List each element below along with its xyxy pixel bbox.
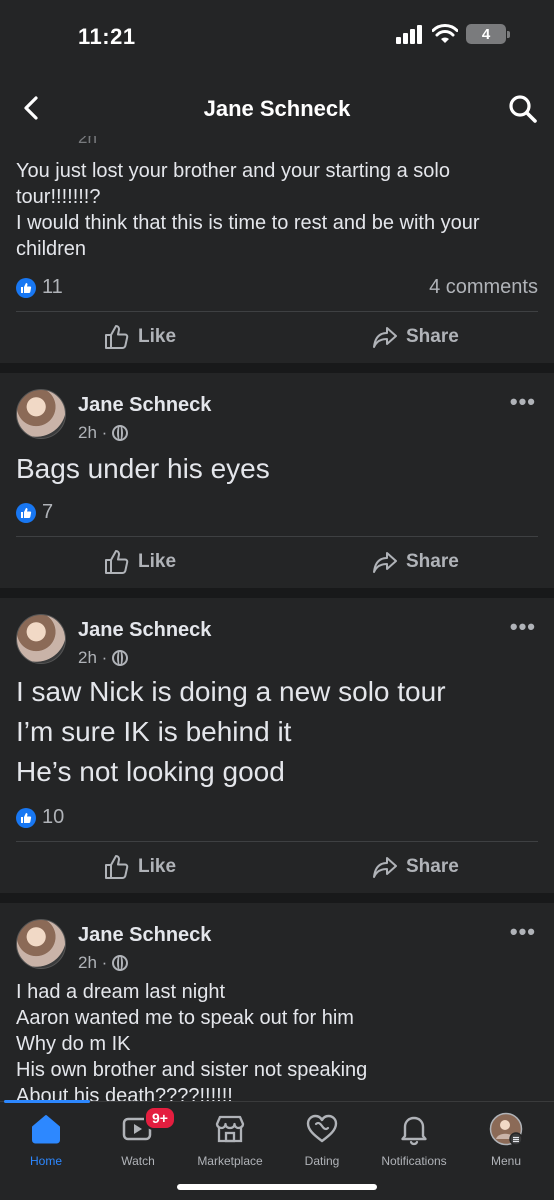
share-button[interactable]: Share bbox=[372, 312, 459, 362]
page-title: Jane Schneck bbox=[203, 96, 351, 121]
wifi-icon bbox=[432, 24, 458, 43]
post-author[interactable]: Jane Schneck bbox=[78, 924, 211, 947]
post-actions: Like Share bbox=[0, 842, 554, 892]
home-indicator bbox=[177, 1184, 377, 1190]
reaction-row: 10 bbox=[16, 806, 538, 829]
thumbs-up-icon bbox=[105, 325, 129, 349]
dating-icon bbox=[306, 1114, 338, 1143]
status-time: 11:21 bbox=[78, 24, 136, 49]
tab-notifications[interactable]: Notifications bbox=[368, 1112, 460, 1172]
home-icon bbox=[32, 1115, 60, 1144]
like-reaction-icon bbox=[16, 277, 36, 298]
bell-icon bbox=[401, 1116, 427, 1146]
like-button[interactable]: Like bbox=[104, 537, 176, 587]
share-arrow-icon bbox=[373, 327, 397, 348]
watch-badge: 9+ bbox=[144, 1106, 176, 1130]
post-text: I saw Nick is doing a new solo tour I’m … bbox=[16, 676, 446, 787]
like-reaction-icon bbox=[16, 807, 36, 828]
tab-home[interactable]: Home bbox=[0, 1112, 92, 1172]
post: Jane Schneck 2h · ••• I saw Nick is doin… bbox=[0, 598, 554, 893]
globe-icon bbox=[112, 425, 129, 441]
post-time: 2h bbox=[78, 136, 97, 147]
avatar[interactable] bbox=[16, 919, 66, 969]
globe-icon bbox=[112, 955, 129, 971]
more-options-icon[interactable]: ••• bbox=[510, 614, 536, 640]
post-actions: Like Share bbox=[0, 312, 554, 362]
post-text: I had a dream last night Aaron wanted me… bbox=[16, 981, 368, 1101]
reaction-row: 7 bbox=[16, 501, 538, 524]
more-options-icon[interactable]: ••• bbox=[510, 919, 536, 945]
post-text: You just lost your brother and your star… bbox=[16, 160, 480, 260]
search-icon[interactable] bbox=[508, 94, 538, 124]
share-arrow-icon bbox=[373, 552, 397, 573]
post-author[interactable]: Jane Schneck bbox=[78, 394, 211, 417]
thumbs-up-icon bbox=[105, 855, 129, 879]
signal-icon bbox=[396, 25, 422, 44]
like-button[interactable]: Like bbox=[104, 842, 176, 892]
post-time: 2h · bbox=[78, 648, 129, 668]
tab-watch[interactable]: 9+ Watch bbox=[92, 1106, 184, 1172]
post-actions: Like Share bbox=[0, 537, 554, 587]
post-text: Bags under his eyes bbox=[16, 453, 270, 484]
post-time: 2h · bbox=[78, 953, 129, 973]
bottom-tab-bar: Home 9+ Watch Marketplace Dating Notific… bbox=[0, 1100, 554, 1200]
tab-dating[interactable]: Dating bbox=[276, 1112, 368, 1172]
feed: 2h You just lost your brother and your s… bbox=[0, 136, 554, 1101]
like-reaction-icon bbox=[16, 502, 36, 523]
share-button[interactable]: Share bbox=[372, 537, 459, 587]
post: 2h You just lost your brother and your s… bbox=[0, 136, 554, 363]
post-author[interactable]: Jane Schneck bbox=[78, 619, 211, 642]
like-count[interactable]: 10 bbox=[16, 806, 64, 829]
avatar[interactable] bbox=[16, 389, 66, 439]
comment-count[interactable]: 4 comments bbox=[429, 276, 538, 299]
tab-marketplace[interactable]: Marketplace bbox=[184, 1112, 276, 1172]
post: Jane Schneck 2h · ••• Bags under his eye… bbox=[0, 373, 554, 588]
tab-menu[interactable]: Menu bbox=[460, 1112, 552, 1172]
like-count[interactable]: 7 bbox=[16, 501, 53, 524]
status-bar: 11:21 4 bbox=[0, 0, 554, 70]
marketplace-icon bbox=[215, 1115, 245, 1143]
like-button[interactable]: Like bbox=[104, 312, 176, 362]
menu-avatar-icon bbox=[489, 1112, 523, 1146]
battery-icon: 4 bbox=[466, 24, 510, 44]
active-tab-indicator bbox=[4, 1100, 90, 1103]
like-count[interactable]: 11 bbox=[16, 276, 63, 299]
header: Jane Schneck bbox=[0, 70, 554, 136]
globe-icon bbox=[112, 650, 129, 666]
thumbs-up-icon bbox=[105, 550, 129, 574]
reaction-row: 11 4 comments bbox=[16, 276, 538, 299]
status-icons: 4 bbox=[396, 24, 510, 44]
share-button[interactable]: Share bbox=[372, 842, 459, 892]
post: Jane Schneck 2h · ••• I had a dream last… bbox=[0, 903, 554, 1101]
more-options-icon[interactable]: ••• bbox=[510, 389, 536, 415]
post-time: 2h · bbox=[78, 423, 129, 443]
avatar[interactable] bbox=[16, 614, 66, 664]
share-arrow-icon bbox=[373, 857, 397, 878]
